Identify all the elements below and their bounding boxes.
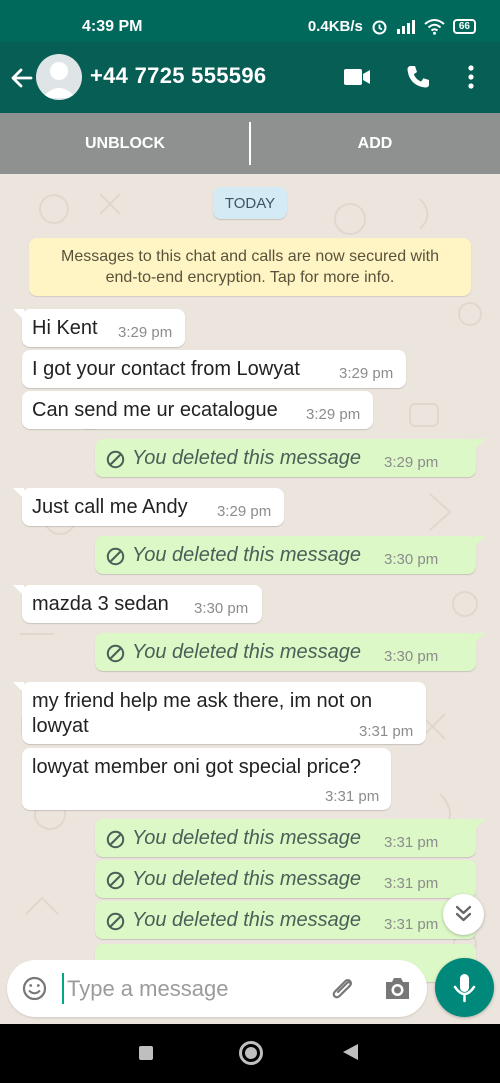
message-time: 3:31 pm [384, 875, 439, 892]
video-call-icon[interactable] [343, 66, 371, 88]
status-bar: 4:39 PM 0.4KB/s 66 [0, 0, 500, 42]
message-time: 3:29 pm [306, 406, 361, 423]
message-text: Can send me ur ecatalogue [32, 399, 278, 421]
deleted-outgoing-message[interactable]: You deleted this message 3:30 pm [95, 536, 485, 574]
message-time: 3:31 pm [384, 834, 439, 851]
voice-message-button[interactable] [435, 958, 494, 1017]
encryption-notice-line-2: end-to-end encryption. Tap for more info… [105, 269, 395, 286]
incoming-message[interactable]: lowyat member oni got special price? 3:3… [22, 748, 391, 810]
incoming-message[interactable]: Hi Kent 3:29 pm [13, 309, 185, 347]
contact-name[interactable]: +44 7725 555596 [90, 63, 266, 89]
message-text: mazda 3 sedan [32, 593, 169, 615]
deleted-message-icon [106, 830, 125, 849]
status-time: 4:39 PM [82, 18, 143, 35]
deleted-message-text: You deleted this message [132, 827, 362, 849]
incoming-message[interactable]: mazda 3 sedan 3:30 pm [13, 585, 262, 623]
message-input-container[interactable] [7, 960, 427, 1017]
message-time: 3:31 pm [359, 723, 414, 740]
message-text-line-2: lowyat [32, 715, 89, 737]
chat-area[interactable]: TODAY Messages to this chat and calls ar… [0, 174, 500, 1024]
signal-icon [396, 20, 415, 34]
message-time: 3:29 pm [384, 454, 439, 471]
deleted-message-text: You deleted this message [132, 909, 362, 931]
message-time: 3:29 pm [217, 503, 272, 520]
battery-icon: 66 [452, 19, 476, 34]
deleted-outgoing-message[interactable]: You deleted this message 3:29 pm [95, 439, 485, 477]
microphone-icon [453, 974, 476, 1003]
deleted-message-icon [106, 912, 125, 931]
avatar[interactable] [36, 54, 82, 100]
recent-apps-icon[interactable] [139, 1046, 153, 1060]
encryption-notice-line-1: Messages to this chat and calls are now … [61, 248, 439, 265]
message-time: 3:31 pm [325, 788, 380, 805]
unblock-button[interactable]: UNBLOCK [0, 113, 250, 174]
deleted-message-text: You deleted this message [132, 447, 362, 469]
message-time: 3:30 pm [194, 600, 249, 617]
deleted-message-icon [106, 644, 125, 663]
message-text: Hi Kent [32, 317, 98, 339]
emoji-icon[interactable] [22, 976, 47, 1001]
add-contact-button[interactable]: ADD [250, 113, 500, 174]
message-text-line-1: my friend help me ask there, im not on [32, 690, 373, 712]
incoming-message[interactable]: Just call me Andy 3:29 pm [13, 488, 284, 526]
message-text: lowyat member oni got special price? [32, 756, 362, 778]
deleted-outgoing-message[interactable]: You deleted this message 3:31 pm [95, 819, 485, 857]
message-time: 3:29 pm [118, 324, 173, 341]
android-navigation-bar [0, 1024, 500, 1083]
text-cursor [62, 973, 64, 1004]
message-time: 3:30 pm [384, 648, 439, 665]
deleted-outgoing-message[interactable]: You deleted this message 3:30 pm [95, 633, 485, 671]
home-icon[interactable] [239, 1041, 263, 1065]
chat-header: +44 7725 555596 [0, 42, 500, 113]
message-input[interactable] [67, 973, 307, 1004]
message-time: 3:31 pm [384, 916, 439, 933]
deleted-message-text: You deleted this message [132, 544, 362, 566]
deleted-message-text: You deleted this message [132, 641, 362, 663]
message-text: I got your contact from Lowyat [32, 358, 300, 380]
network-speed: 0.4KB/s [307, 18, 363, 35]
message-text: Just call me Andy [32, 496, 188, 518]
message-composer [0, 952, 500, 1022]
back-icon[interactable] [343, 1044, 358, 1060]
voice-call-icon[interactable] [405, 64, 431, 90]
deleted-message-icon [106, 450, 125, 469]
deleted-message-text: You deleted this message [132, 868, 362, 890]
message-time: 3:30 pm [384, 551, 439, 568]
deleted-outgoing-message[interactable]: You deleted this message 3:31 pm [95, 860, 476, 898]
deleted-outgoing-message[interactable]: You deleted this message 3:31 pm [95, 901, 476, 939]
incoming-message[interactable]: Can send me ur ecatalogue 3:29 pm [22, 391, 373, 429]
deleted-message-icon [106, 547, 125, 566]
attach-icon[interactable] [329, 974, 357, 1002]
more-options-icon[interactable] [461, 64, 481, 90]
scroll-to-bottom-button[interactable] [443, 894, 484, 935]
deleted-message-icon [106, 871, 125, 890]
status-icons: 0.4KB/s 66 [308, 18, 476, 35]
date-chip: TODAY [213, 187, 287, 219]
camera-icon[interactable] [383, 975, 412, 1002]
back-arrow-icon[interactable] [8, 65, 34, 91]
blocked-contact-actions: UNBLOCK ADD [0, 113, 500, 174]
message-time: 3:29 pm [339, 365, 394, 382]
wifi-icon [424, 19, 445, 35]
incoming-message[interactable]: I got your contact from Lowyat 3:29 pm [22, 350, 406, 388]
incoming-message[interactable]: my friend help me ask there, im not on l… [13, 682, 426, 744]
encryption-notice[interactable]: Messages to this chat and calls are now … [29, 238, 471, 296]
default-avatar-icon [42, 62, 76, 98]
alarm-icon [372, 20, 387, 35]
